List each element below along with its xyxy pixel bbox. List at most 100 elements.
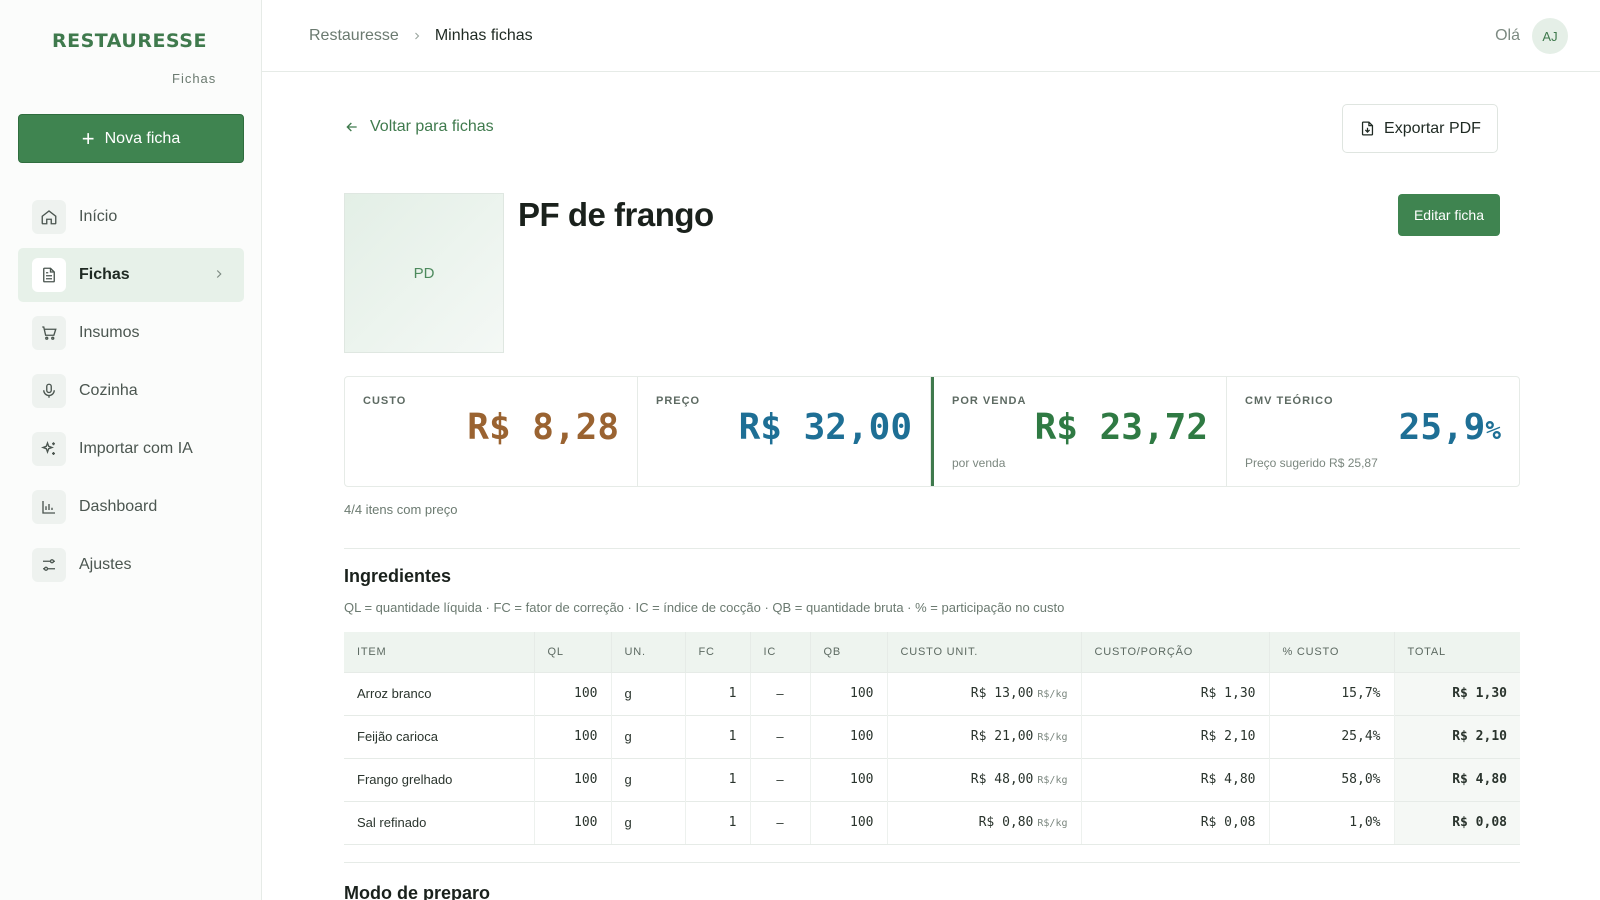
file-download-icon (1361, 121, 1374, 136)
preparation-title: Modo de preparo (344, 883, 491, 900)
avatar[interactable]: AJ (1532, 18, 1568, 54)
sidebar-item-label: Insumos (79, 324, 140, 341)
cell-qb: 100 (810, 800, 888, 845)
breadcrumb-current: Minhas fichas (434, 26, 533, 44)
thumbnail-initials: PD (413, 264, 435, 282)
cell-un: g (611, 800, 686, 845)
stats-panel: CUSTO R$ 8,28 PREÇO R$ 32,00 POR VENDA R… (344, 376, 1520, 487)
plus-icon: + (81, 125, 95, 151)
brand-subtitle: Fichas (172, 71, 217, 86)
col-item: ITEM (344, 632, 535, 672)
unit-cost-value: R$ 21,00 (970, 729, 1034, 744)
stat-per-sale: POR VENDA R$ 23,72 por venda (931, 377, 1227, 486)
table-row[interactable]: Frango grelhado 100 g 1 – 100 R$ 48,00 R$… (344, 757, 1520, 801)
export-label: Exportar PDF (1384, 119, 1481, 137)
col-un: UN. (611, 632, 686, 672)
sidebar-item-label: Início (79, 208, 118, 225)
cell-pct-cost: 1,0% (1269, 800, 1395, 845)
home-icon (32, 200, 66, 234)
cell-unit-cost: R$ 0,80 R$/kg (887, 800, 1082, 845)
col-pct-cost: % CUSTO (1269, 632, 1395, 672)
col-total: TOTAL (1394, 632, 1520, 672)
ingredients-table: ITEM QL UN. FC IC QB CUSTO UNIT. CUSTO/P… (344, 632, 1520, 845)
export-pdf-button[interactable]: Exportar PDF (1342, 104, 1498, 153)
cmv-percent-sign: % (1485, 416, 1501, 446)
stat-cmv: CMV TEÓRICO 25,9% Preço sugerido R$ 25,8… (1227, 377, 1519, 486)
divider (344, 862, 1520, 863)
table-row[interactable]: Sal refinado 100 g 1 – 100 R$ 0,80 R$/kg … (344, 800, 1520, 845)
cell-un: g (611, 714, 686, 758)
cell-un: g (611, 757, 686, 801)
cell-unit-cost: R$ 48,00 R$/kg (887, 757, 1082, 801)
recipe-thumbnail[interactable]: PD (344, 193, 504, 353)
arrow-left-icon (346, 122, 357, 132)
cell-pct-cost: 15,7% (1269, 671, 1395, 715)
sidebar-item-dashboard[interactable]: Dashboard (18, 480, 244, 534)
unit-cost-suffix: R$/kg (1037, 818, 1068, 829)
cell-qb: 100 (810, 671, 888, 715)
cell-fc: 1 (685, 671, 751, 715)
edit-ficha-button[interactable]: Editar ficha (1398, 194, 1500, 236)
cell-portion-cost: R$ 2,10 (1081, 714, 1270, 758)
cell-fc: 1 (685, 800, 751, 845)
table-row[interactable]: Arroz branco 100 g 1 – 100 R$ 13,00 R$/kg… (344, 671, 1520, 715)
cell-pct-cost: 58,0% (1269, 757, 1395, 801)
stat-value: R$ 23,72 (1034, 407, 1208, 448)
sidebar-item-label: Dashboard (79, 498, 158, 515)
cell-portion-cost: R$ 4,80 (1081, 757, 1270, 801)
new-ficha-label: Nova ficha (104, 129, 181, 147)
chevron-right-icon (411, 30, 423, 42)
unit-cost-suffix: R$/kg (1037, 732, 1068, 743)
col-unit-cost: CUSTO UNIT. (887, 632, 1082, 672)
sparkle-icon (32, 432, 66, 466)
cell-item: Arroz branco (344, 671, 535, 715)
cell-total: R$ 4,80 (1394, 757, 1520, 801)
document-icon (32, 258, 66, 292)
cell-ql: 100 (534, 714, 612, 758)
cell-portion-cost: R$ 0,08 (1081, 800, 1270, 845)
new-ficha-button[interactable]: + Nova ficha (18, 114, 244, 163)
cmv-number: 25,9 (1398, 407, 1486, 448)
cell-qb: 100 (810, 714, 888, 758)
stat-value: R$ 32,00 (738, 407, 912, 448)
unit-cost-value: R$ 48,00 (970, 772, 1034, 787)
stat-label: PREÇO (656, 395, 701, 407)
back-to-fichas-link[interactable]: Voltar para fichas (344, 118, 494, 136)
cell-total: R$ 1,30 (1394, 671, 1520, 715)
items-priced-note: 4/4 itens com preço (344, 502, 458, 517)
brand-logo[interactable]: RESTAURESSE (52, 30, 207, 52)
sidebar-item-label: Fichas (79, 266, 130, 283)
cell-item: Sal refinado (344, 800, 535, 845)
sidebar: RESTAURESSE Fichas + Nova ficha Início F… (0, 0, 262, 900)
col-portion-cost: CUSTO/PORÇÃO (1081, 632, 1270, 672)
cell-pct-cost: 25,4% (1269, 714, 1395, 758)
ingredients-legend: QL = quantidade líquida · FC = fator de … (344, 600, 1065, 615)
sidebar-item-ajustes[interactable]: Ajustes (18, 538, 244, 592)
divider (344, 548, 1520, 549)
col-ql: QL (534, 632, 612, 672)
breadcrumb-root[interactable]: Restauresse (309, 27, 399, 45)
sidebar-item-insumos[interactable]: Insumos (18, 306, 244, 360)
stat-cost: CUSTO R$ 8,28 (345, 377, 638, 486)
table-row[interactable]: Feijão carioca 100 g 1 – 100 R$ 21,00 R$/… (344, 714, 1520, 758)
cell-total: R$ 2,10 (1394, 714, 1520, 758)
chevron-right-icon (212, 267, 226, 286)
stat-value: 25,9% (1399, 407, 1501, 448)
top-bar: Restauresse Minhas fichas Olá AJ (262, 0, 1600, 72)
sidebar-item-cozinha[interactable]: Cozinha (18, 364, 244, 418)
sidebar-item-label: Cozinha (79, 382, 138, 399)
sidebar-item-importar[interactable]: Importar com IA (18, 422, 244, 476)
cell-ql: 100 (534, 671, 612, 715)
stat-label: CMV TEÓRICO (1245, 395, 1334, 407)
cell-portion-cost: R$ 1,30 (1081, 671, 1270, 715)
brand-name: RESTAURESSE (52, 30, 207, 52)
sidebar-item-fichas[interactable]: Fichas (18, 248, 244, 302)
sidebar-item-inicio[interactable]: Início (18, 190, 244, 244)
sliders-icon (32, 548, 66, 582)
unit-cost-value: R$ 0,80 (978, 815, 1034, 830)
ingredients-title: Ingredientes (344, 566, 452, 586)
cell-total: R$ 0,08 (1394, 800, 1520, 845)
col-fc: FC (685, 632, 751, 672)
stat-label: POR VENDA (952, 395, 1027, 407)
cell-unit-cost: R$ 21,00 R$/kg (887, 714, 1082, 758)
